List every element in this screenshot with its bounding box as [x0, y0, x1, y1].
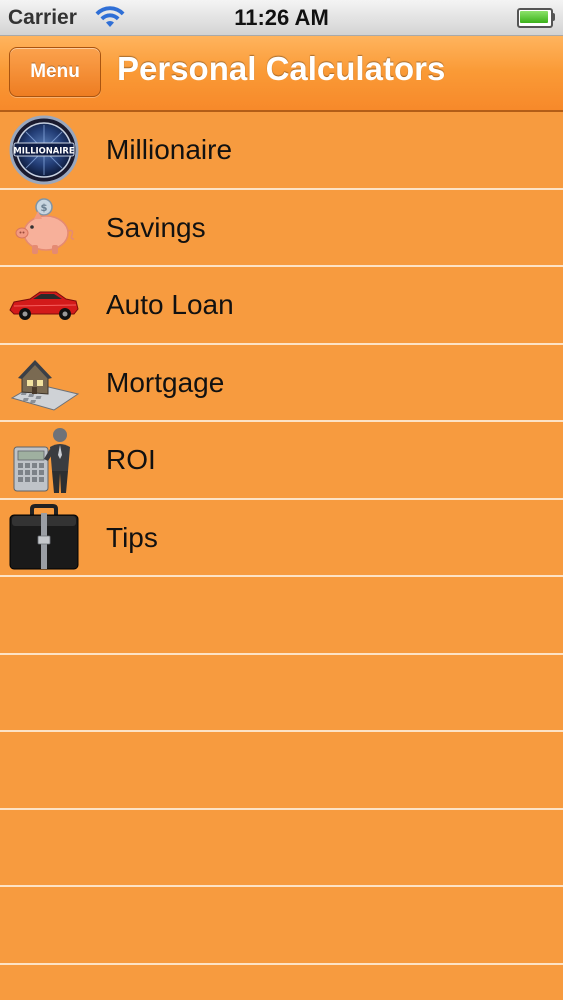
- list-item-label: Auto Loan: [106, 289, 234, 320]
- list-item-label: ROI: [106, 444, 156, 475]
- list-item-auto-loan[interactable]: Auto Loan: [0, 267, 563, 345]
- menu-button[interactable]: Menu: [9, 47, 101, 97]
- battery-full-icon: [517, 8, 555, 28]
- empty-list-row: [0, 810, 563, 887]
- status-time: 11:26 AM: [234, 5, 329, 30]
- list-item-mortgage[interactable]: Mortgage: [0, 344, 563, 422]
- piggy-bank-icon: $: [15, 197, 75, 254]
- sports-car-icon: [9, 291, 79, 320]
- page-title: Personal Calculators: [117, 50, 446, 87]
- svg-text:$: $: [41, 203, 48, 214]
- businessman-calculator-icon: [13, 428, 70, 493]
- empty-list-row: [0, 887, 563, 965]
- house-calculator-icon: [10, 359, 80, 411]
- navigation-bar: Menu Personal Calculators: [0, 36, 563, 112]
- briefcase-icon: [9, 503, 79, 569]
- empty-list-row: [0, 577, 563, 655]
- list-item-roi[interactable]: ROI: [0, 422, 563, 500]
- list-item-label: Savings: [106, 211, 206, 243]
- list-item-tips[interactable]: Tips: [0, 499, 563, 577]
- list-item-label: Mortgage: [106, 366, 225, 398]
- svg-text:MILLIONAIRE: MILLIONAIRE: [13, 146, 74, 156]
- list-item-label: Tips: [106, 521, 158, 553]
- status-bar: Carrier 11:26 AM: [0, 0, 563, 36]
- list-item-savings[interactable]: $ Savings: [0, 189, 563, 267]
- empty-list-row: [0, 655, 563, 732]
- empty-list-row: [0, 732, 563, 810]
- list-item-millionaire[interactable]: MILLIONAIRE Millionaire: [0, 112, 563, 190]
- calculator-list: MILLIONAIRE Millionaire $ Savings Auto L…: [0, 112, 563, 965]
- list-item-label: Millionaire: [106, 134, 233, 165]
- millionaire-logo-icon: MILLIONAIRE: [9, 115, 79, 185]
